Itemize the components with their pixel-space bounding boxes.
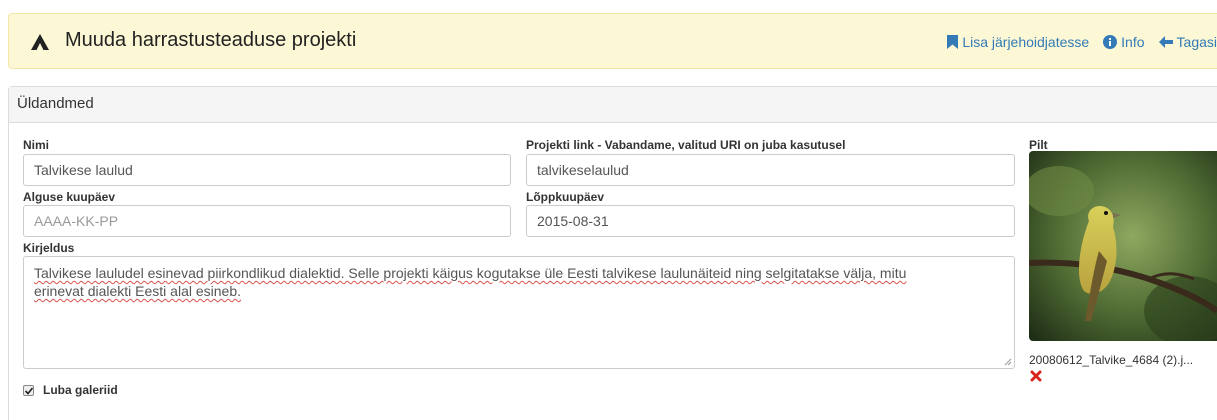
project-image [1029, 151, 1217, 341]
bookmark-button[interactable]: Lisa järjehoidjatesse [947, 34, 1089, 50]
tent-icon [31, 34, 49, 50]
remove-image-icon[interactable] [1030, 370, 1042, 382]
checkmark-icon [24, 386, 34, 395]
gallery-checkbox-row[interactable]: Luba galeriid [23, 383, 118, 397]
description-label: Kirjeldus [23, 241, 75, 255]
general-data-panel: Üldandmed Nimi Projekti link - Vabandame… [8, 86, 1217, 420]
page-header: Muuda harrastusteaduse projekti Lisa jär… [8, 13, 1217, 69]
image-filename: 20080612_Talvike_4684 (2).j... [1029, 353, 1194, 367]
name-input[interactable] [23, 154, 511, 186]
description-line-2: erinevat dialekti Eesti alal esineb. [34, 283, 242, 299]
project-link-input[interactable] [526, 154, 1015, 186]
end-date-label: Lõppkuupäev [526, 190, 605, 204]
bookmark-label: Lisa järjehoidjatesse [962, 34, 1090, 50]
start-date-input[interactable] [23, 205, 511, 237]
info-label: Info [1121, 34, 1145, 50]
header-actions: Lisa järjehoidjatesse Info Tagasi [947, 34, 1217, 50]
bird-photo [1029, 151, 1217, 341]
bookmark-icon [947, 35, 959, 49]
info-circle-icon [1103, 35, 1118, 49]
info-button[interactable]: Info [1103, 34, 1145, 50]
start-date-label: Alguse kuupäev [23, 190, 116, 204]
back-label: Tagasi [1176, 34, 1217, 50]
arrow-left-icon [1158, 36, 1173, 48]
image-label: Pilt [1029, 138, 1048, 152]
description-textarea[interactable]: Talvikese lauludel esinevad piirkondliku… [23, 256, 1015, 369]
resize-grip-icon[interactable] [1004, 358, 1012, 366]
gallery-checkbox-label: Luba galeriid [43, 383, 118, 397]
gallery-checkbox[interactable] [23, 384, 34, 396]
description-line-1: Talvikese lauludel esinevad piirkondliku… [34, 265, 907, 281]
panel-heading: Üldandmed [9, 87, 1217, 123]
back-button[interactable]: Tagasi [1158, 34, 1217, 50]
name-label: Nimi [23, 138, 50, 152]
page-title: Muuda harrastusteaduse projekti [65, 29, 357, 51]
project-link-label: Projekti link - Vabandame, valitud URI o… [526, 138, 846, 152]
end-date-input[interactable] [526, 205, 1015, 237]
